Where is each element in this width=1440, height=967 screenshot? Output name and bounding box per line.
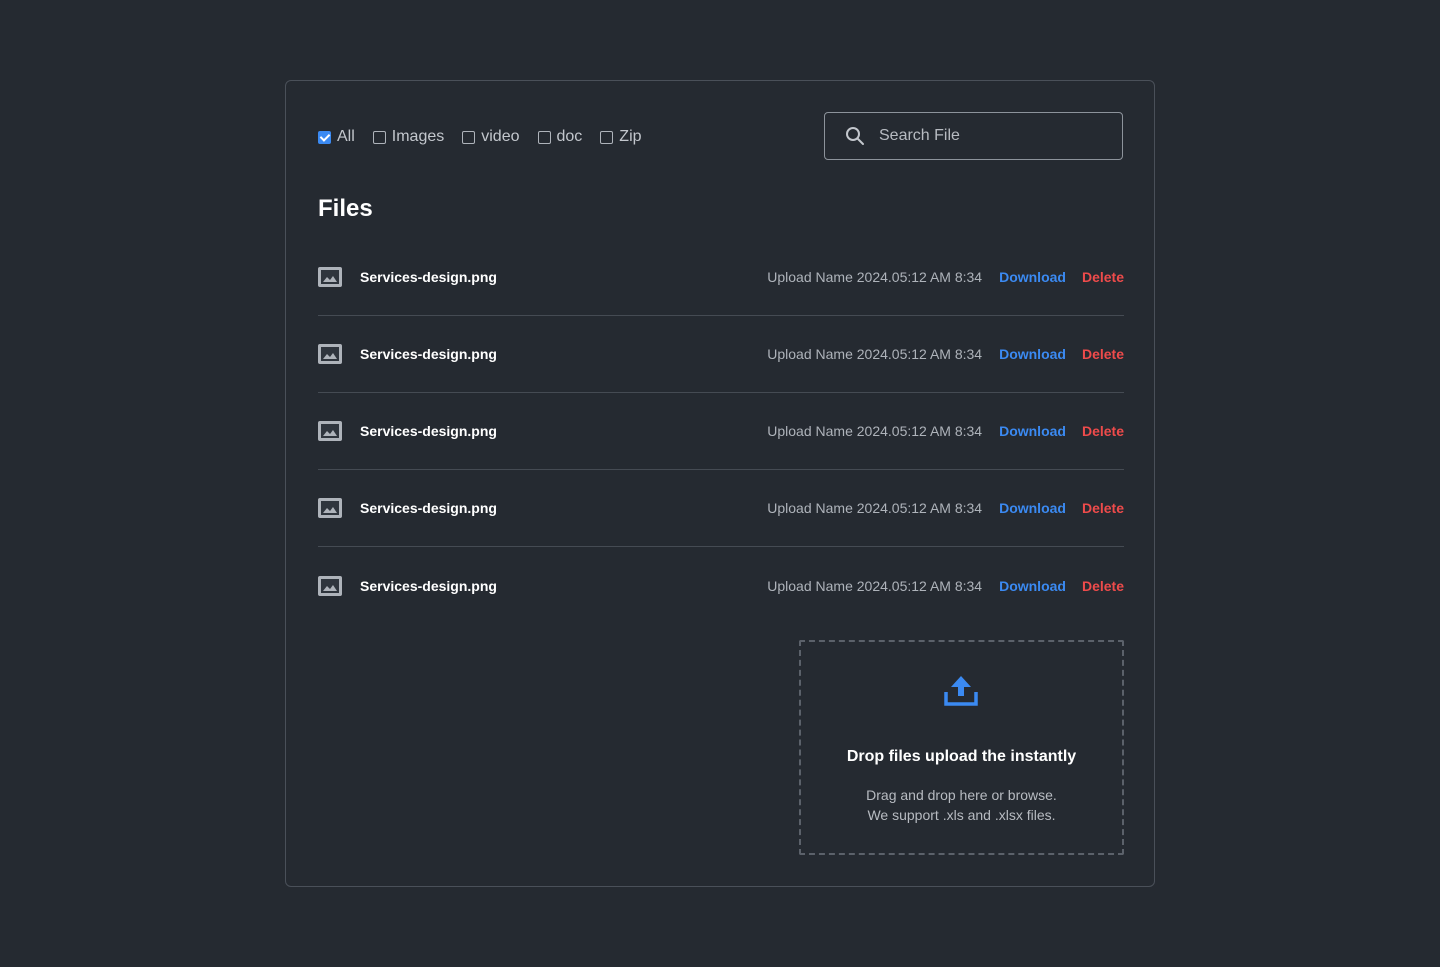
dropzone-title: Drop files upload the instantly [846, 748, 1077, 765]
checkbox-doc[interactable] [537, 130, 551, 144]
filter-label: video [481, 128, 520, 145]
file-meta: Upload Name 2024.05:12 AM 8:34 [767, 269, 983, 285]
file-row: Services-design.png Upload Name 2024.05:… [318, 547, 1124, 624]
file-type-filters: All Images video doc Zip [318, 124, 660, 150]
image-file-icon [318, 344, 342, 364]
file-row: Services-design.png Upload Name 2024.05:… [318, 239, 1124, 316]
file-name: Services-design.png [360, 346, 497, 362]
checkbox-images[interactable] [372, 130, 386, 144]
download-button[interactable]: Download [999, 423, 1066, 439]
upload-icon [944, 676, 978, 706]
delete-button[interactable]: Delete [1082, 578, 1124, 594]
search-input[interactable] [879, 127, 1099, 145]
download-button[interactable]: Download [999, 500, 1066, 516]
file-name: Services-design.png [360, 423, 497, 439]
delete-button[interactable]: Delete [1082, 346, 1124, 362]
file-name: Services-design.png [360, 577, 497, 594]
upload-dropzone[interactable]: Drop files upload the instantly Drag and… [799, 640, 1124, 855]
dropzone-description: Drag and drop here or browse. We support… [801, 785, 1122, 825]
file-row: Services-design.png Upload Name 2024.05:… [318, 393, 1124, 470]
filter-images[interactable]: Images [372, 128, 445, 146]
search-icon [846, 127, 864, 145]
file-meta: Upload Name 2024.05:12 AM 8:34 [767, 500, 983, 516]
filter-label: Zip [619, 128, 642, 145]
file-meta: Upload Name 2024.05:12 AM 8:34 [767, 577, 983, 594]
image-file-icon [318, 575, 342, 596]
filter-zip[interactable]: Zip [600, 128, 642, 146]
delete-button[interactable]: Delete [1082, 500, 1124, 516]
checkbox-video[interactable] [462, 130, 476, 144]
download-button[interactable]: Download [999, 578, 1066, 594]
download-button[interactable]: Download [999, 346, 1066, 362]
file-manager-panel: All Images video doc Zip Files [285, 80, 1155, 887]
dropzone-line: Drag and drop here or browse. [866, 787, 1057, 803]
image-file-icon [318, 421, 342, 441]
filter-video[interactable]: video [462, 128, 520, 146]
delete-button[interactable]: Delete [1082, 269, 1124, 285]
download-button[interactable]: Download [999, 269, 1066, 285]
page-title: Files [318, 195, 373, 222]
checkbox-all[interactable] [318, 130, 331, 144]
filter-label: Images [391, 128, 445, 145]
file-name: Services-design.png [360, 269, 497, 285]
filter-all[interactable]: All [318, 128, 355, 146]
file-row: Services-design.png Upload Name 2024.05:… [318, 316, 1124, 393]
file-list: Services-design.png Upload Name 2024.05:… [318, 239, 1124, 624]
image-file-icon [318, 267, 342, 287]
filter-doc[interactable]: doc [537, 128, 583, 146]
file-name: Services-design.png [360, 500, 497, 516]
file-meta: Upload Name 2024.05:12 AM 8:34 [767, 346, 983, 362]
file-row: Services-design.png Upload Name 2024.05:… [318, 470, 1124, 547]
filter-label: doc [556, 128, 583, 145]
checkbox-zip[interactable] [600, 130, 614, 144]
delete-button[interactable]: Delete [1082, 423, 1124, 439]
file-meta: Upload Name 2024.05:12 AM 8:34 [767, 423, 983, 439]
search-box[interactable] [824, 112, 1123, 160]
dropzone-line: We support .xls and .xlsx files. [867, 807, 1056, 823]
filter-label: All [337, 128, 355, 145]
image-file-icon [318, 498, 342, 518]
